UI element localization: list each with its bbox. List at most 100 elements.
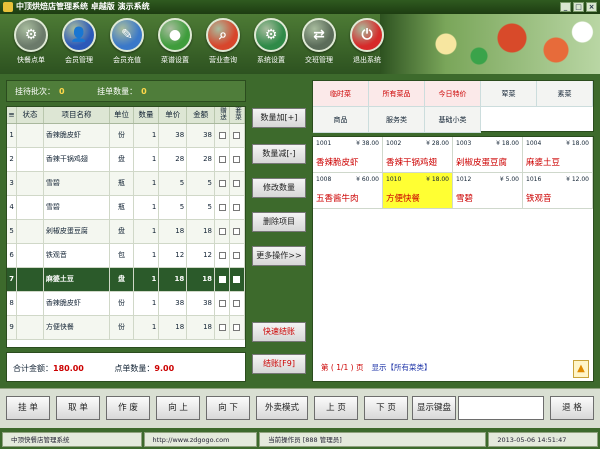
bottom-action-bar: 退 格 挂 单取 单作 废向 上向 下外卖模式上 页下 页显示键盘 xyxy=(0,388,600,428)
cell-set-meal xyxy=(229,195,245,220)
category-tab[interactable]: 临时菜 xyxy=(313,81,369,107)
dish-card[interactable]: 1008 ¥ 60.00 五香酱牛肉 xyxy=(313,173,383,209)
cell-gift xyxy=(214,267,230,292)
order-row[interactable]: 3 雪碧瓶 1 5 5 xyxy=(7,171,245,196)
toolbar-item-8[interactable]: ⏻ 退出系统 xyxy=(344,18,390,72)
header-gift[interactable]: 赠送 xyxy=(214,107,230,124)
cell-amount: 38 xyxy=(186,291,216,316)
move-up-button[interactable]: 向 上 xyxy=(156,396,200,420)
status-url: http://www.zdgogo.com xyxy=(143,432,258,447)
order-row[interactable]: 7 麻婆土豆盘 1 18 18 xyxy=(7,267,245,292)
category-tab[interactable]: 素菜 xyxy=(537,81,593,107)
cell-price: 5 xyxy=(158,195,188,220)
hold-order-button[interactable]: 挂 单 xyxy=(6,396,50,420)
dish-card[interactable]: 1016 ¥ 12.00 铁观音 xyxy=(523,173,593,209)
dish-code: 1012 xyxy=(456,176,472,183)
toolbar-item-2[interactable]: 👤 会员管理 xyxy=(56,18,102,72)
gift-checkbox[interactable] xyxy=(218,299,226,307)
gift-checkbox[interactable] xyxy=(218,155,226,163)
gift-checkbox[interactable] xyxy=(218,275,226,283)
page-indicator: 第 ( 1/1 ) 页显示【所有菜类】 xyxy=(321,362,431,373)
delete-item-button[interactable]: 删除项目 xyxy=(252,212,306,232)
toolbar-item-5[interactable]: ⌕ 营业查询 xyxy=(200,18,246,72)
keyboard-input-field[interactable] xyxy=(458,396,544,420)
total-amount-label: 合计金额： xyxy=(13,364,53,373)
cell-price: 5 xyxy=(158,171,188,196)
order-row[interactable]: 1 香辣脆皮虾份 1 38 38 xyxy=(7,123,245,148)
header-price[interactable]: 单价 xyxy=(158,107,188,124)
checkout-button[interactable]: 结账[F9] xyxy=(252,354,306,374)
set-meal-checkbox[interactable] xyxy=(233,131,241,139)
modify-qty-button[interactable]: 修改数量 xyxy=(252,178,306,198)
header-set-meal[interactable]: 套菜 xyxy=(229,107,245,124)
dish-card[interactable]: 1010 ¥ 18.00 方便快餐 xyxy=(383,173,453,209)
set-meal-checkbox[interactable] xyxy=(233,227,241,235)
backspace-button[interactable]: 退 格 xyxy=(550,396,594,420)
gift-checkbox[interactable] xyxy=(218,179,226,187)
toolbar-item-3[interactable]: ✎ 会员充值 xyxy=(104,18,150,72)
prev-page-button[interactable]: 上 页 xyxy=(314,396,358,420)
order-row[interactable]: 6 铁观音包 1 12 12 xyxy=(7,243,245,268)
toolbar-item-4[interactable]: ● 菜谱设置 xyxy=(152,18,198,72)
quick-checkout-button[interactable]: 快速结账 xyxy=(252,322,306,342)
dish-card[interactable]: 1004 ¥ 18.00 麻婆土豆 xyxy=(523,137,593,173)
order-row[interactable]: 9 方便快餐份 1 18 18 xyxy=(7,315,245,340)
gift-checkbox[interactable] xyxy=(218,131,226,139)
set-meal-checkbox[interactable] xyxy=(233,155,241,163)
order-row[interactable]: 8 香辣脆皮虾份 1 38 38 xyxy=(7,291,245,316)
move-down-button[interactable]: 向 下 xyxy=(206,396,250,420)
dish-card[interactable]: 1002 ¥ 28.00 香辣干锅鸡翅 xyxy=(383,137,453,173)
retrieve-order-button[interactable]: 取 单 xyxy=(56,396,100,420)
toolbar-item-7[interactable]: ⇄ 交班管理 xyxy=(296,18,342,72)
header-qty[interactable]: 数量 xyxy=(133,107,160,124)
minimize-button[interactable]: _ xyxy=(560,2,571,12)
order-row[interactable]: 5 剁椒皮蛋豆腐盘 1 18 18 xyxy=(7,219,245,244)
qty-decrease-button[interactable]: 数量减[-] xyxy=(252,144,306,164)
close-button[interactable]: × xyxy=(586,2,597,12)
takeout-mode-button[interactable]: 外卖模式 xyxy=(256,396,308,420)
maximize-button[interactable]: □ xyxy=(573,2,584,12)
header-item-name[interactable]: 项目名称 xyxy=(43,107,111,124)
gift-checkbox[interactable] xyxy=(218,251,226,259)
set-meal-checkbox[interactable] xyxy=(233,203,241,211)
more-actions-button[interactable]: 更多操作>> xyxy=(252,246,306,266)
void-button[interactable]: 作 废 xyxy=(106,396,150,420)
order-row[interactable]: 2 香辣干锅鸡翅盘 1 28 28 xyxy=(7,147,245,172)
set-meal-checkbox[interactable] xyxy=(233,251,241,259)
cell-qty: 1 xyxy=(133,243,160,268)
status-datetime: 2013-05-06 14:51:47 xyxy=(488,432,598,447)
qty-increase-button[interactable]: 数量加[+] xyxy=(252,108,306,128)
cell-status xyxy=(16,123,44,148)
category-tab[interactable]: 服务类 xyxy=(369,107,425,133)
toolbar-item-1[interactable]: ⚙ 快餐点单 xyxy=(8,18,54,72)
category-tab[interactable]: 今日特价 xyxy=(425,81,481,107)
category-tab[interactable]: 商品 xyxy=(313,107,369,133)
cell-item-name: 雪碧 xyxy=(43,195,111,220)
set-meal-checkbox[interactable] xyxy=(233,275,241,283)
set-meal-checkbox[interactable] xyxy=(233,299,241,307)
dish-card[interactable]: 1012 ¥ 5.00 雪碧 xyxy=(453,173,523,209)
gift-checkbox[interactable] xyxy=(218,203,226,211)
header-status[interactable]: 状态 xyxy=(16,107,44,124)
category-tab[interactable]: 所有菜品 xyxy=(369,81,425,107)
next-page-button[interactable]: 下 页 xyxy=(364,396,408,420)
header-amount[interactable]: 金额 xyxy=(186,107,216,124)
scroll-up-icon[interactable]: ▲ xyxy=(573,360,589,378)
cell-amount: 38 xyxy=(186,123,216,148)
toolbar-item-6[interactable]: ⚙ 系统设置 xyxy=(248,18,294,72)
cell-status xyxy=(16,171,44,196)
cell-unit: 盘 xyxy=(109,267,134,292)
cell-index: 4 xyxy=(7,195,18,220)
category-tab[interactable]: 荤菜 xyxy=(481,81,537,107)
set-meal-checkbox[interactable] xyxy=(233,323,241,331)
dish-card[interactable]: 1003 ¥ 18.00 剁椒皮蛋豆腐 xyxy=(453,137,523,173)
gift-checkbox[interactable] xyxy=(218,227,226,235)
gift-checkbox[interactable] xyxy=(218,323,226,331)
category-tab[interactable]: 基础小类 xyxy=(425,107,481,133)
dish-card[interactable]: 1001 ¥ 38.00 香辣脆皮虾 xyxy=(313,137,383,173)
dish-name: 雪碧 xyxy=(456,194,474,204)
order-row[interactable]: 4 雪碧瓶 1 5 5 xyxy=(7,195,245,220)
header-unit[interactable]: 单位 xyxy=(109,107,134,124)
show-keyboard-button[interactable]: 显示键盘 xyxy=(412,396,456,420)
set-meal-checkbox[interactable] xyxy=(233,179,241,187)
